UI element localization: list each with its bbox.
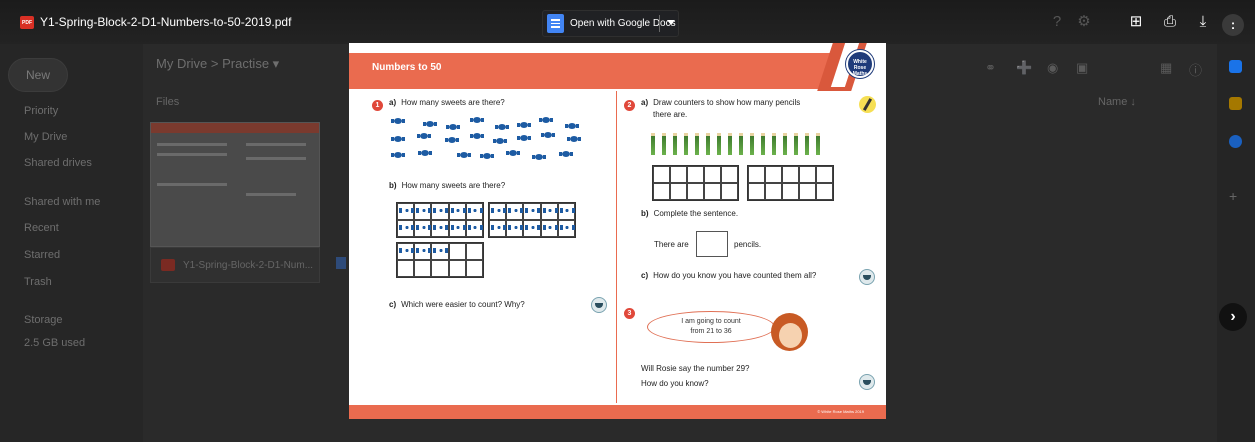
print-icon[interactable]: ⎙	[1160, 12, 1180, 32]
new-button: New	[8, 58, 68, 92]
settings-icon: ⚙	[1077, 13, 1091, 30]
reasoning-icon	[859, 374, 875, 390]
next-file-button[interactable]: ›	[1219, 303, 1247, 331]
nav-recent: Recent	[24, 222, 59, 234]
question-1-number: 1	[372, 100, 383, 111]
download-icon[interactable]: ⤓	[1193, 12, 1213, 32]
storage-used: 2.5 GB used	[24, 337, 86, 349]
side-panel-rail: +	[1217, 40, 1255, 442]
tasks-icon	[1229, 135, 1242, 148]
white-rose-maths-logo: White Rose Maths	[846, 50, 874, 78]
pencil-task-icon	[859, 96, 876, 113]
ten-frame-full-2	[488, 202, 576, 238]
nav-priority: Priority	[24, 105, 59, 117]
rosie-character	[771, 313, 808, 351]
calendar-icon	[1229, 60, 1242, 73]
ten-frame-full-1	[396, 202, 484, 238]
pdf-icon: PDF	[20, 16, 34, 29]
files-header: Files	[156, 96, 180, 108]
reasoning-icon	[859, 269, 875, 285]
bubble-line-1: I am going to count	[681, 318, 741, 325]
grid-view-icon: ▦	[1160, 60, 1173, 75]
speech-bubble: I am going to count from 21 to 36	[647, 311, 775, 343]
file-card-name: Y1-Spring-Block-2-D1-Num...	[183, 259, 314, 271]
q1c-text: c) Which were easier to count? Why?	[389, 300, 525, 309]
keep-icon	[1229, 97, 1242, 110]
copyright: © White Rose Maths 2019	[817, 409, 864, 414]
q1b-text: b) How many sweets are there?	[389, 181, 506, 190]
share-icon: ➕	[1016, 60, 1033, 75]
page-footer: © White Rose Maths 2019	[349, 405, 886, 419]
google-docs-icon	[547, 14, 564, 33]
nav-starred: Starred	[24, 249, 61, 261]
link-icon: ⚭	[985, 60, 996, 75]
q2b-text: b) Complete the sentence.	[641, 209, 739, 218]
empty-ten-frame-2	[747, 165, 834, 201]
sentence-start: There are	[654, 240, 689, 249]
doc-file-icon	[336, 257, 346, 269]
name-column-header: Name ↓	[1098, 96, 1136, 108]
q3-question-line2: How do you know?	[641, 379, 709, 388]
page-title: Numbers to 50	[372, 62, 442, 73]
empty-ten-frame-1	[652, 165, 739, 201]
bubble-line-2: from 21 to 36	[690, 328, 732, 335]
sentence-end: pencils.	[734, 240, 762, 249]
breadcrumb: My Drive > Practise ▾	[156, 56, 280, 71]
chevron-down-icon[interactable]	[667, 20, 675, 25]
file-thumbnail	[150, 122, 320, 247]
pdf-page: Numbers to 50 White Rose Maths 1 a) How man…	[349, 43, 886, 419]
file-card: Y1-Spring-Block-2-D1-Num...	[150, 247, 320, 283]
nav-shared-drives: Shared drives	[24, 157, 92, 169]
pdf-file-icon	[161, 259, 175, 271]
file-title: Y1-Spring-Block-2-D1-Numbers-to-50-2019.…	[40, 15, 292, 29]
q3-question-line1: Will Rosie say the number 29?	[641, 364, 750, 373]
info-icon: ⓘ	[1189, 63, 1203, 78]
question-3-number: 3	[624, 308, 635, 319]
add-comment-icon[interactable]: ⊞	[1126, 12, 1146, 32]
q2a-text: a) Draw counters to show how many pencils	[641, 98, 801, 107]
add-addon-icon: +	[1229, 188, 1238, 204]
drive-sidebar	[0, 40, 143, 442]
nav-storage: Storage	[24, 314, 63, 326]
trash-icon: ▣	[1076, 60, 1089, 75]
nav-my-drive: My Drive	[24, 131, 68, 143]
viewer-toolbar: PDF Y1-Spring-Block-2-D1-Numbers-to-50-2…	[0, 0, 1255, 44]
nav-trash: Trash	[24, 276, 52, 288]
reasoning-icon	[591, 297, 607, 313]
help-icon: ?	[1052, 13, 1062, 30]
ten-frame-partial	[396, 242, 484, 278]
pencils-answer-box	[696, 231, 728, 257]
more-actions-icon[interactable]: :	[1222, 14, 1244, 36]
preview-icon: ◉	[1047, 60, 1059, 75]
open-with-google-docs-button[interactable]: Open with Google Docs	[542, 10, 679, 37]
q1a-text: a) How many sweets are there?	[389, 98, 505, 107]
q2a-text-line2: there are.	[653, 110, 688, 119]
column-divider	[616, 91, 617, 403]
q2c-text: c) How do you know you have counted them …	[641, 271, 817, 280]
nav-shared-with-me: Shared with me	[24, 196, 101, 208]
question-2-number: 2	[624, 100, 635, 111]
